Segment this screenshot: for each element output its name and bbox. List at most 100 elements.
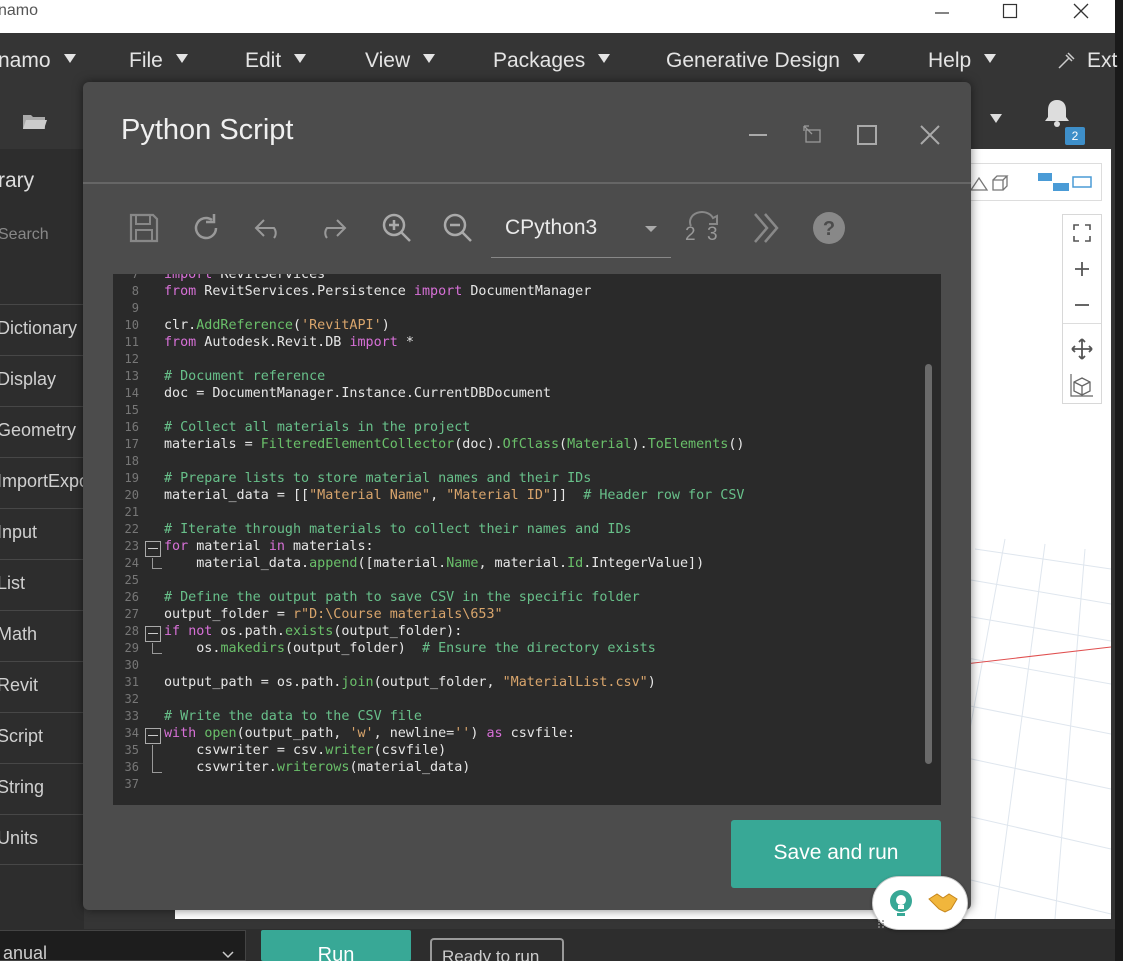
menu-view[interactable]: View [365, 49, 436, 73]
3d-view-icon[interactable] [969, 172, 1013, 194]
close-window-button[interactable] [1061, 0, 1101, 22]
line-number: 30 [124, 658, 139, 672]
orbit-cube-icon [1070, 374, 1093, 397]
menu-help[interactable]: Help [928, 49, 997, 73]
line-number: 9 [131, 301, 139, 315]
code-line: for material in materials: [164, 539, 374, 554]
close-dialog-icon[interactable] [915, 120, 945, 150]
zoom-out-icon[interactable] [440, 210, 476, 246]
chevron-down-icon [222, 951, 234, 959]
undo-icon[interactable] [252, 210, 288, 246]
navigation-controls [1062, 214, 1102, 404]
line-number: 35 [124, 743, 139, 757]
view-toggle[interactable] [960, 163, 1102, 201]
line-number: 24 [124, 556, 139, 570]
code-line: # Define the output path to save CSV in … [164, 590, 640, 605]
library-item-script[interactable]: Script [0, 712, 84, 763]
code-line: # Iterate through materials to collect t… [164, 522, 632, 537]
drag-handle-icon[interactable] [877, 919, 885, 929]
maximize-button[interactable] [990, 0, 1030, 22]
editor-scrollbar[interactable] [925, 364, 932, 764]
minimize-dialog-icon[interactable] [743, 120, 773, 150]
chevron-down-icon [175, 53, 188, 63]
library-item-list[interactable]: List [0, 559, 84, 610]
library-item-display[interactable]: Display [0, 355, 84, 406]
line-number: 10 [124, 318, 139, 332]
menu-bar: namo File Edit View Packages Generative … [0, 33, 1117, 89]
pan-icon [1071, 338, 1093, 360]
run-button[interactable]: Run [261, 930, 411, 961]
run-mode-select[interactable]: anual [0, 930, 246, 961]
convert-label-from: 2 [685, 224, 696, 245]
menu-file[interactable]: File [129, 49, 188, 73]
redo-icon[interactable] [313, 210, 349, 246]
engine-value: CPython3 [505, 216, 598, 239]
library-item-revit[interactable]: Revit [0, 661, 84, 712]
code-line: import RevitServices [164, 274, 326, 282]
line-number: 18 [124, 454, 139, 468]
dialog-title: Python Script [121, 114, 294, 146]
reset-icon[interactable] [188, 210, 224, 246]
code-editor[interactable]: 7 import RevitServices 8 from RevitServices… [113, 274, 941, 805]
notification-badge: 2 [1065, 127, 1085, 145]
help-icon[interactable]: ? [811, 210, 847, 246]
menu-packages[interactable]: Packages [493, 49, 611, 73]
line-number: 17 [124, 437, 139, 451]
zoom-in-button[interactable] [1063, 251, 1101, 287]
fold-guide-end [152, 568, 162, 569]
minimize-button[interactable] [922, 0, 962, 22]
library-item-string[interactable]: String [0, 763, 84, 814]
line-number: 26 [124, 590, 139, 604]
graph-view-icon[interactable] [1037, 171, 1093, 195]
more-icon[interactable] [749, 210, 785, 246]
pan-button[interactable] [1063, 331, 1101, 367]
window-edge [1115, 0, 1123, 961]
open-folder-icon[interactable] [22, 111, 48, 131]
library-sidebar: rary Search Dictionary Display Geometry … [0, 149, 84, 929]
line-number: 8 [131, 284, 139, 298]
fold-toggle[interactable] [145, 626, 161, 642]
menu-generative-design[interactable]: Generative Design [666, 49, 865, 73]
library-item-importexport[interactable]: ImportExport [0, 457, 84, 508]
python-engine-select[interactable]: CPython3 [491, 206, 671, 258]
chevron-down-icon[interactable] [990, 114, 1002, 123]
fold-guide-end [152, 653, 162, 654]
menu-extensions[interactable]: Ext [1057, 49, 1117, 73]
dock-icon[interactable] [798, 120, 828, 150]
minus-icon [1075, 304, 1089, 306]
menu-label: File [129, 49, 163, 72]
chevron-down-icon [294, 53, 307, 63]
orbit-button[interactable] [1063, 367, 1101, 403]
menu-label: Edit [245, 49, 282, 72]
library-item-units[interactable]: Units [0, 814, 84, 865]
code-line: os.makedirs(output_folder) # Ensure the … [164, 641, 656, 656]
notification-bell-icon[interactable] [1040, 96, 1074, 130]
maximize-dialog-icon[interactable] [852, 120, 882, 150]
fold-toggle[interactable] [145, 728, 161, 744]
library-item-geometry[interactable]: Geometry [0, 406, 84, 457]
fold-toggle[interactable] [145, 541, 161, 557]
lightbulb-icon[interactable] [887, 889, 915, 919]
minimize-icon [935, 12, 949, 14]
menu-label: Help [928, 49, 972, 72]
app-title: namo [0, 2, 39, 19]
hints-bubble[interactable] [872, 876, 968, 930]
library-item-input[interactable]: Input [0, 508, 84, 559]
library-search-input[interactable]: Search [0, 226, 49, 244]
handshake-icon[interactable] [927, 891, 959, 915]
chevron-down-icon [423, 53, 436, 63]
line-number: 25 [124, 573, 139, 587]
menu-dynamo[interactable]: namo [0, 49, 76, 73]
menu-edit[interactable]: Edit [245, 49, 307, 73]
library-item-math[interactable]: Math [0, 610, 84, 661]
convert-2to3-button[interactable]: 2 3 [683, 210, 723, 246]
zoom-in-icon[interactable] [379, 210, 415, 246]
code-line: output_path = os.path.join(output_folder… [164, 675, 656, 690]
save-icon[interactable] [126, 210, 162, 246]
zoom-out-button[interactable] [1063, 287, 1101, 323]
library-item-dictionary[interactable]: Dictionary [0, 304, 84, 355]
code-line: material_data.append([material.Name, mat… [164, 556, 705, 571]
line-number: 23 [124, 539, 139, 553]
line-number: 29 [124, 641, 139, 655]
zoom-fit-button[interactable] [1063, 215, 1101, 251]
